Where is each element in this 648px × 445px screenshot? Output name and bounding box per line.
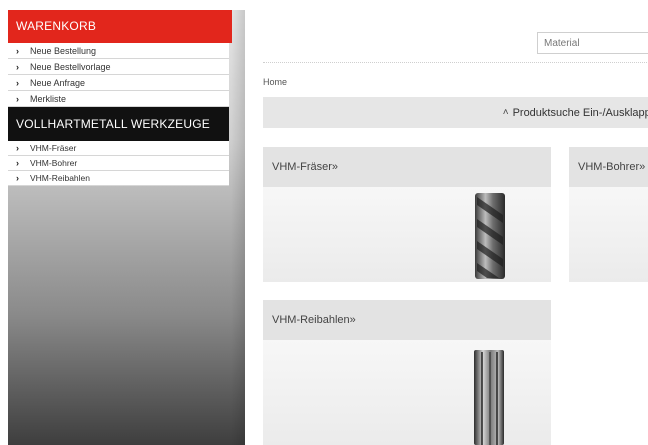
reamer-image (474, 350, 504, 445)
menu-item-label: VHM-Reibahlen (30, 173, 90, 183)
chevron-right-icon: › (16, 45, 19, 56)
menu-item-vhm-reibahlen[interactable]: › VHM-Reibahlen (8, 171, 229, 186)
cart-menu: › Neue Bestellung › Neue Bestellvorlage … (8, 43, 229, 107)
menu-item-vhm-fraeser[interactable]: › VHM-Fräser (8, 141, 229, 156)
end-mill-image (475, 193, 505, 279)
tools-menu: › VHM-Fräser › VHM-Bohrer › VHM-Reibahle… (8, 141, 229, 186)
chevron-right-icon: › (16, 173, 19, 183)
category-card-vhm-fraeser[interactable]: VHM-Fräser» (263, 147, 551, 282)
main-content: Material Home ˄ Produktsuche Ein-/Auskla… (245, 10, 648, 445)
double-chevron-up-icon: ˄ (502, 107, 509, 118)
menu-item-label: Neue Bestellvorlage (30, 61, 111, 72)
cart-header[interactable]: WARENKORB (8, 10, 232, 43)
category-card-vhm-bohrer[interactable]: VHM-Bohrer» (569, 147, 648, 282)
menu-item-label: VHM-Bohrer (30, 158, 78, 168)
product-search-toggle-label: Produktsuche Ein-/Ausklappen (512, 106, 648, 119)
divider (263, 62, 648, 63)
product-search-toggle[interactable]: ˄ Produktsuche Ein-/Ausklappen (263, 97, 648, 128)
menu-item-merkliste[interactable]: › Merkliste (8, 91, 229, 107)
tools-header[interactable]: VOLLHARTMETALL WERKZEUGE (8, 107, 229, 141)
chevron-right-icon: › (16, 158, 19, 168)
menu-item-label: Merkliste (30, 93, 67, 104)
category-title[interactable]: VHM-Fräser» (263, 147, 551, 187)
chevron-right-icon: › (16, 93, 19, 104)
category-image-area (569, 187, 648, 282)
material-select[interactable]: Material (537, 32, 648, 54)
menu-item-label: VHM-Fräser (30, 143, 77, 153)
menu-item-neue-anfrage[interactable]: › Neue Anfrage (8, 75, 229, 91)
category-card-vhm-reibahlen[interactable]: VHM-Reibahlen» (263, 300, 551, 445)
sidebar: WARENKORB › Neue Bestellung › Neue Beste… (8, 10, 245, 445)
menu-item-neue-bestellung[interactable]: › Neue Bestellung (8, 43, 229, 59)
category-title[interactable]: VHM-Reibahlen» (263, 300, 551, 340)
menu-item-vhm-bohrer[interactable]: › VHM-Bohrer (8, 156, 229, 171)
category-image-area (263, 187, 551, 282)
category-title[interactable]: VHM-Bohrer» (569, 147, 648, 187)
menu-item-label: Neue Anfrage (30, 77, 86, 88)
chevron-right-icon: › (16, 61, 19, 72)
category-image-area (263, 340, 551, 445)
chevron-right-icon: › (16, 77, 19, 88)
page-frame: WARENKORB › Neue Bestellung › Neue Beste… (8, 10, 648, 445)
breadcrumb[interactable]: Home (263, 77, 287, 87)
chevron-right-icon: › (16, 143, 19, 153)
menu-item-neue-bestellvorlage[interactable]: › Neue Bestellvorlage (8, 59, 229, 75)
menu-item-label: Neue Bestellung (30, 45, 97, 56)
